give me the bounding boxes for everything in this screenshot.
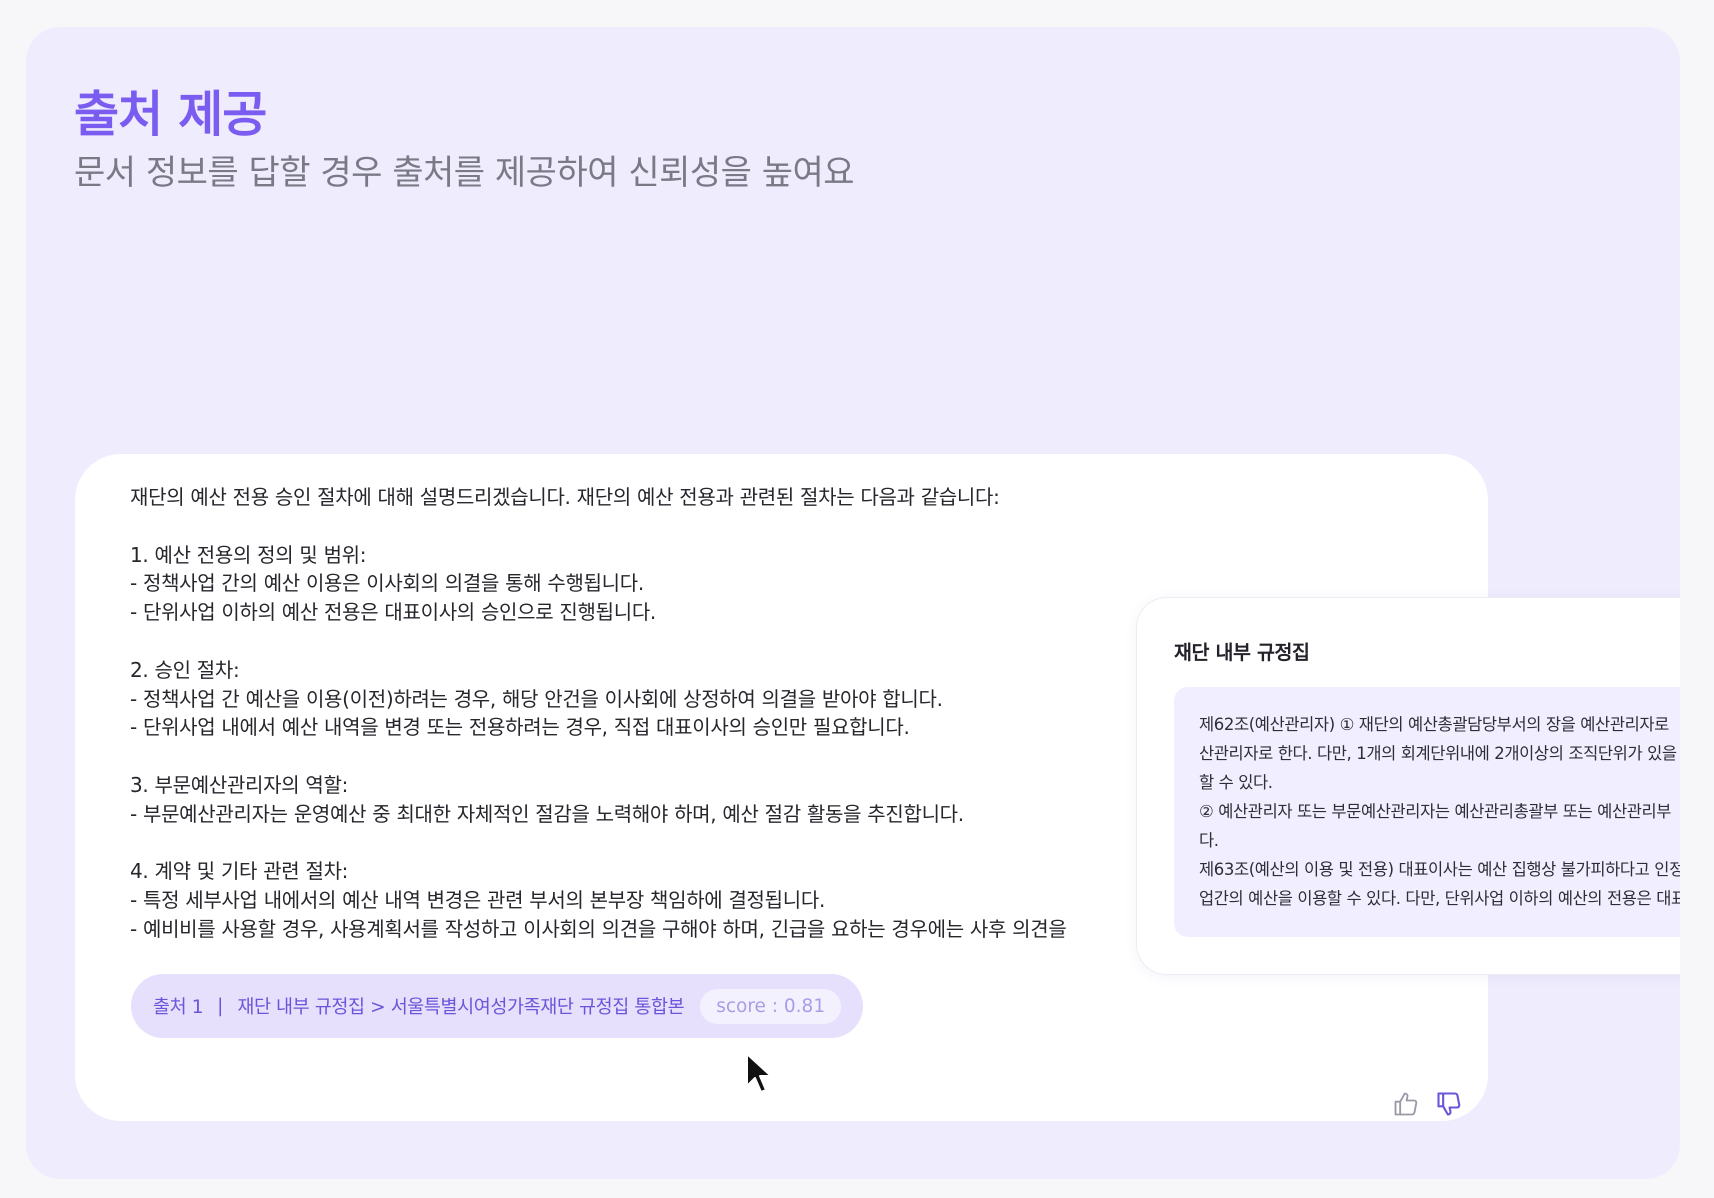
page-title: 출처 제공 — [74, 86, 267, 143]
source-path: 재단 내부 규정집 > 서울특별시여성가족재단 규정집 통합본 — [237, 997, 685, 1018]
reference-line: 산관리자로 한다. 다만, 1개의 회계단위내에 2개이상의 조직단위가 있을 — [1199, 744, 1677, 763]
source-separator: | — [217, 995, 224, 1017]
answer-intro: 재단의 예산 전용 승인 절차에 대해 설명드리겠습니다. 재단의 예산 전용과… — [130, 485, 1000, 509]
reference-line: 업간의 예산을 이용할 수 있다. 다만, 단위사업 이하의 예산의 전용은 대… — [1199, 889, 1680, 908]
section-1-title: 1. 예산 전용의 정의 및 범위: — [130, 542, 367, 567]
reference-line: 할 수 있다. — [1199, 773, 1273, 792]
page-subtitle: 문서 정보를 답할 경우 출처를 제공하여 신뢰성을 높여요 — [74, 153, 855, 193]
reference-excerpt: 제62조(예산관리자) ① 재단의 예산총괄담당부서의 장을 예산관리자로 산관… — [1174, 687, 1680, 937]
source-reference-popup: 재단 내부 규정집 제62조(예산관리자) ① 재단의 예산총괄담당부서의 장을… — [1137, 598, 1680, 974]
reference-line: 제63조(예산의 이용 및 전용) 대표이사는 예산 집행상 불가피하다고 인정 — [1199, 860, 1680, 879]
feature-panel: 출처 제공 문서 정보를 답할 경우 출처를 제공하여 신뢰성을 높여요 재단의… — [26, 27, 1680, 1179]
thumb-up-icon[interactable] — [1392, 1090, 1420, 1118]
source-label: 출처 1 — [153, 997, 204, 1018]
reference-line: 다. — [1199, 831, 1219, 850]
reference-title: 재단 내부 규정집 — [1174, 641, 1310, 664]
source-citation-chip[interactable]: 출처 1 | 재단 내부 규정집 > 서울특별시여성가족재단 규정집 통합본 s… — [131, 974, 863, 1038]
thumb-down-icon[interactable] — [1435, 1090, 1463, 1118]
reference-line: 제62조(예산관리자) ① 재단의 예산총괄담당부서의 장을 예산관리자로 — [1199, 715, 1669, 734]
section-1-line-1: - 정책사업 간의 예산 이용은 이사회의 의결을 통해 수행됩니다. — [130, 571, 644, 596]
mouse-cursor-icon — [746, 1053, 772, 1093]
score-badge: score : 0.81 — [700, 988, 842, 1024]
reference-line: ② 예산관리자 또는 부문예산관리자는 예산관리총괄부 또는 예산관리부 — [1199, 802, 1672, 821]
